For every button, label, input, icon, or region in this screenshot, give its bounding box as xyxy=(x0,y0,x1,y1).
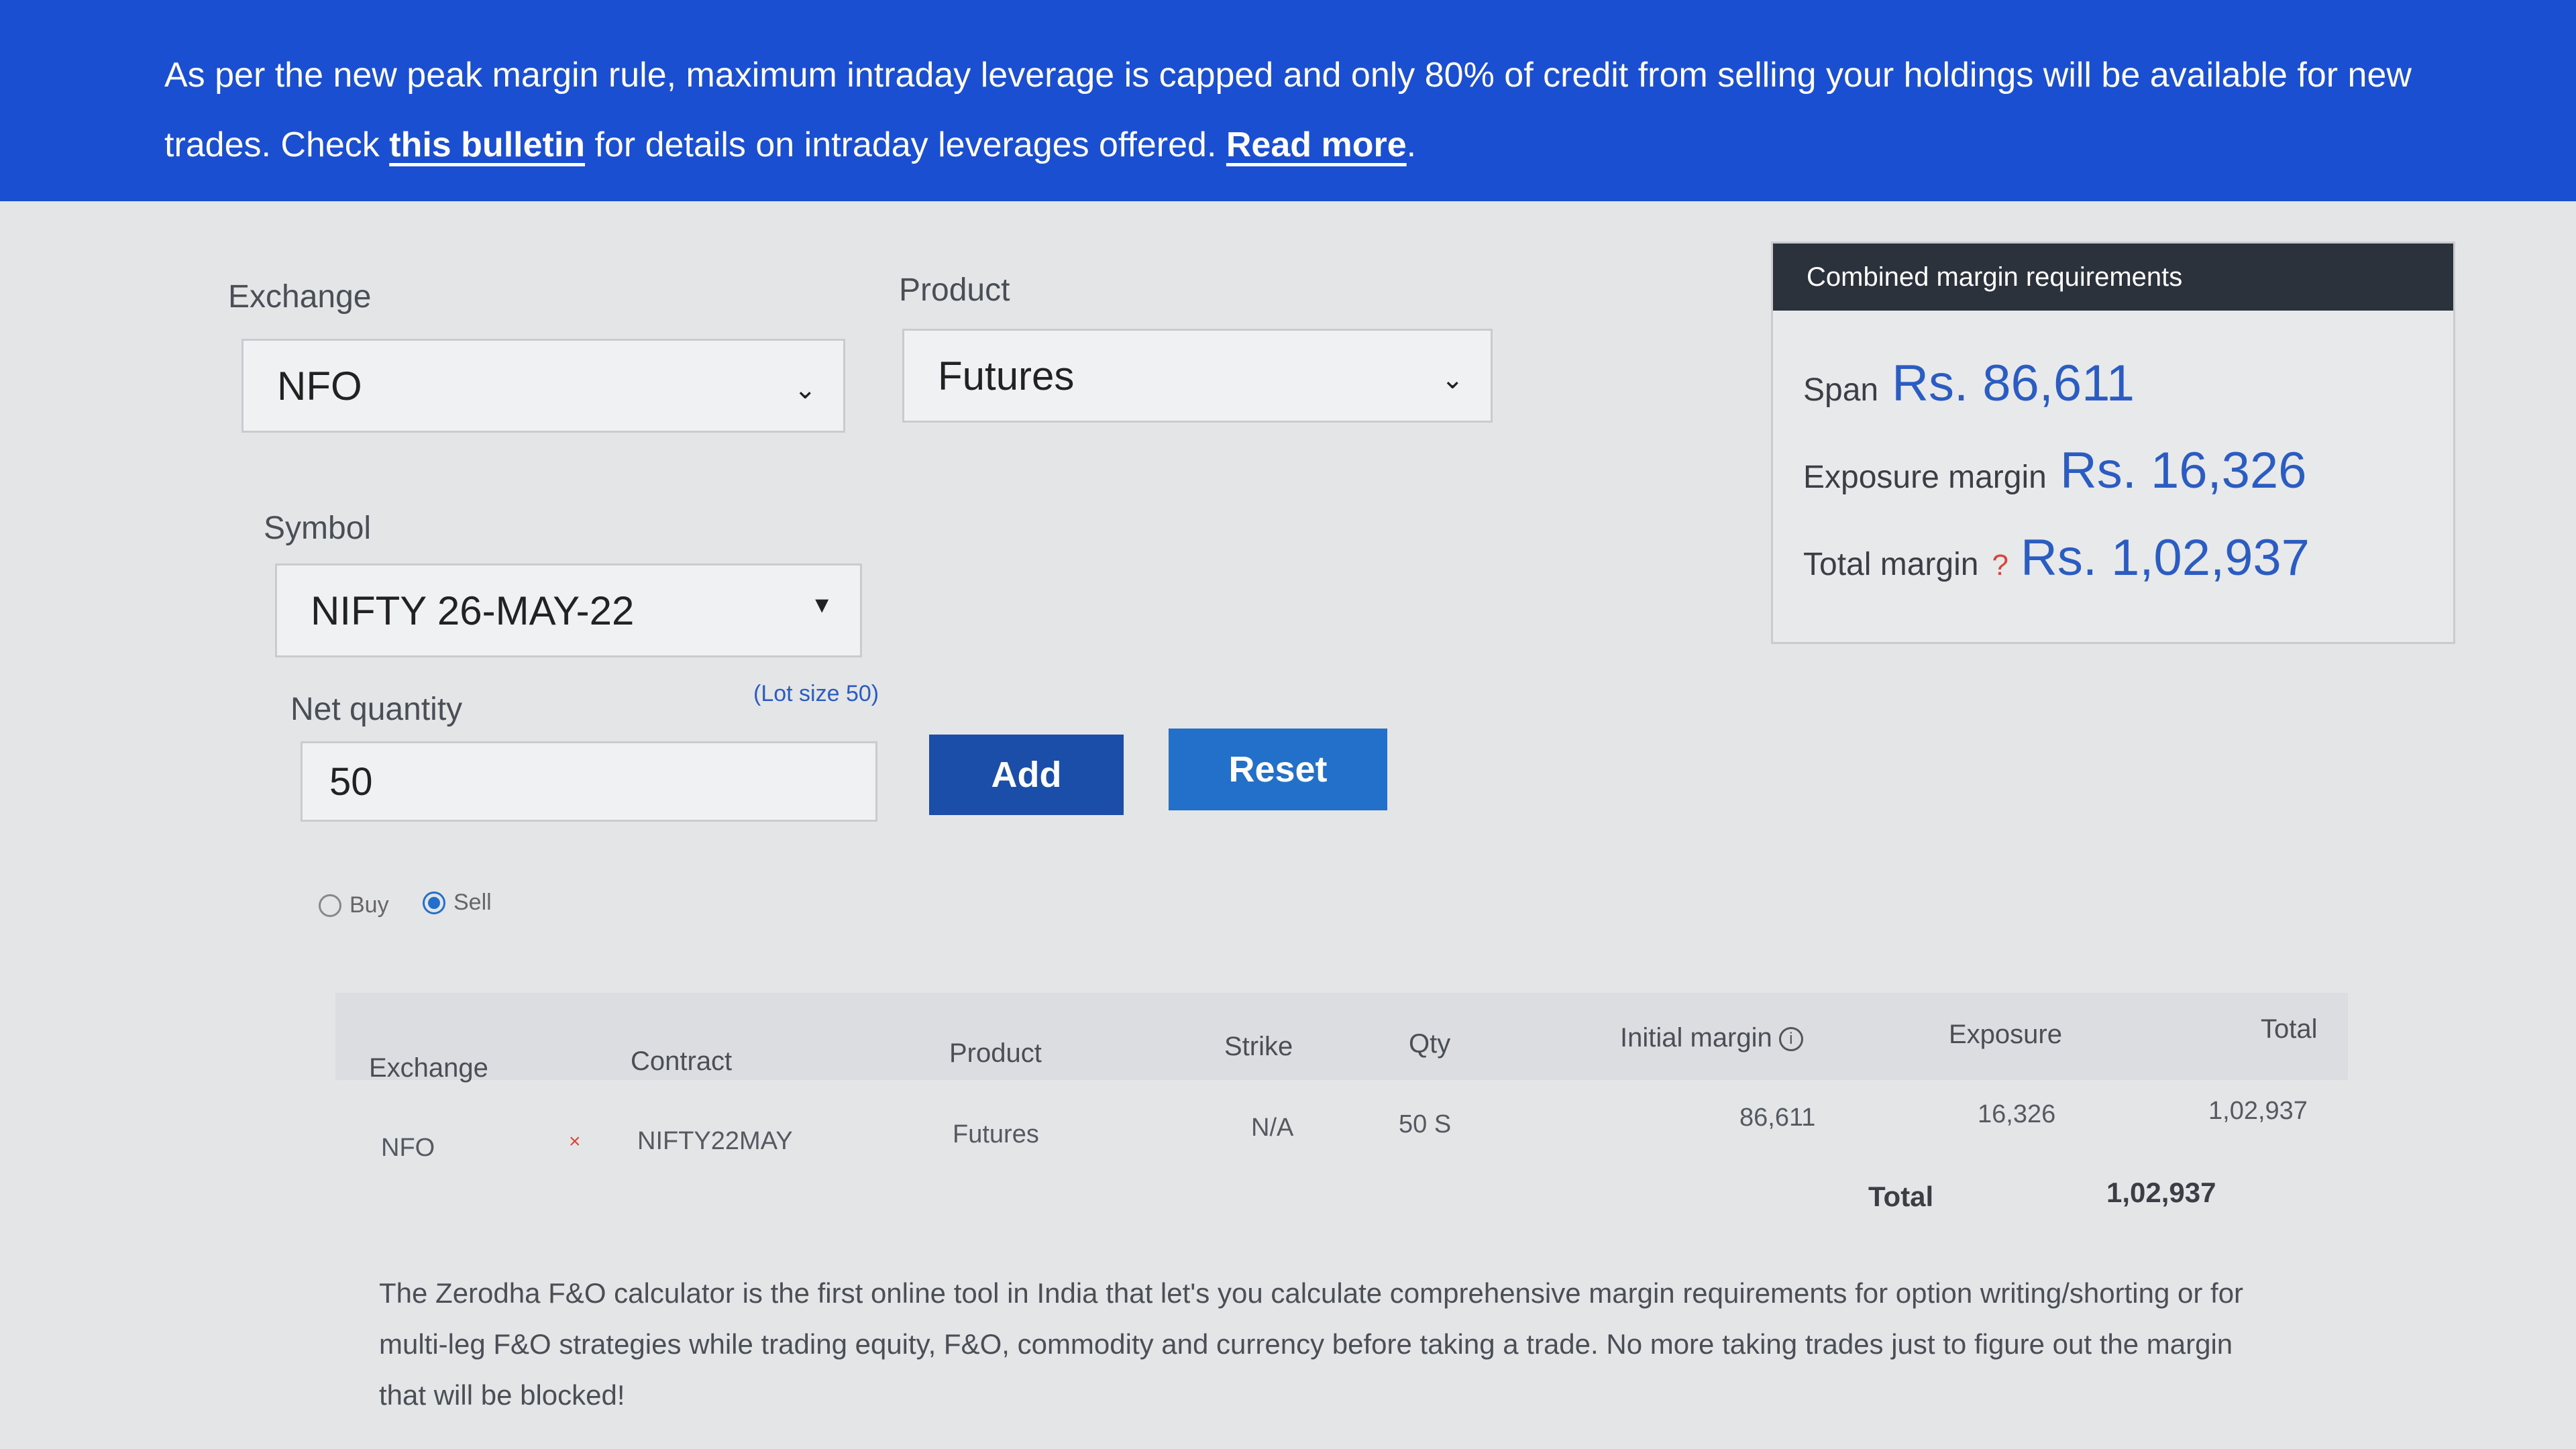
total-margin-value: Rs. 1,02,937 xyxy=(2020,529,2310,586)
net-quantity-value: 50 xyxy=(329,759,373,804)
banner-text-2: for details on intraday leverages offere… xyxy=(585,125,1226,164)
add-button[interactable]: Add xyxy=(929,735,1124,815)
cell-contract: NIFTY22MAY xyxy=(637,1127,793,1155)
th-strike: Strike xyxy=(1224,1032,1293,1061)
cell-total: 1,02,937 xyxy=(2208,1097,2308,1125)
remove-row-icon[interactable]: × xyxy=(569,1130,581,1153)
th-exposure: Exposure xyxy=(1949,1020,2062,1049)
cell-initial-margin: 86,611 xyxy=(1739,1104,1816,1132)
reset-button[interactable]: Reset xyxy=(1169,729,1387,810)
caret-down-icon: ▼ xyxy=(810,592,833,618)
help-icon[interactable]: ? xyxy=(1992,549,2008,582)
radio-sell-circle-icon xyxy=(423,891,445,914)
symbol-label: Symbol xyxy=(264,511,372,546)
cell-exposure: 16,326 xyxy=(1978,1100,2056,1128)
net-quantity-label: Net quantity xyxy=(290,692,463,727)
th-initial-margin-label: Initial margin xyxy=(1620,1023,1772,1053)
radio-buy-label: Buy xyxy=(350,892,389,918)
net-quantity-input[interactable]: 50 xyxy=(301,741,877,822)
exposure-label: Exposure margin xyxy=(1803,460,2047,495)
cell-product: Futures xyxy=(953,1120,1039,1148)
product-select[interactable]: Futures ⌄ xyxy=(902,329,1493,423)
bulletin-link[interactable]: this bulletin xyxy=(389,125,585,164)
span-value: Rs. 86,611 xyxy=(1892,355,2135,412)
th-initial-margin: Initial margin i xyxy=(1620,1023,1803,1053)
total-margin-label: Total margin xyxy=(1803,547,1979,582)
exchange-select[interactable]: NFO ⌄ xyxy=(241,339,845,433)
exposure-row: Exposure margin Rs. 16,326 xyxy=(1803,441,2306,500)
radio-buy-circle-icon xyxy=(319,894,341,917)
calculator-description: The Zerodha F&O calculator is the first … xyxy=(379,1277,2244,1411)
combined-margin-title: Combined margin requirements xyxy=(1773,244,2453,311)
span-row: Span Rs. 86,611 xyxy=(1803,354,2135,413)
cell-qty: 50 S xyxy=(1399,1110,1452,1138)
th-contract: Contract xyxy=(631,1046,733,1076)
cell-strike: N/A xyxy=(1251,1114,1294,1142)
info-icon[interactable]: i xyxy=(1778,1027,1803,1052)
exchange-value: NFO xyxy=(277,363,362,409)
symbol-value: NIFTY 26-MAY-22 xyxy=(311,588,635,633)
chevron-down-icon: ⌄ xyxy=(1441,365,1464,394)
th-total: Total xyxy=(2261,1014,2318,1044)
exchange-label: Exchange xyxy=(228,279,372,315)
th-qty: Qty xyxy=(1409,1029,1451,1059)
radio-sell[interactable]: Sell xyxy=(423,890,492,916)
read-more-link[interactable]: Read more xyxy=(1226,125,1407,164)
exposure-value: Rs. 16,326 xyxy=(2059,442,2307,499)
lot-size-note: (Lot size 50) xyxy=(753,681,879,706)
banner-text-3: . xyxy=(1406,125,1417,164)
product-label: Product xyxy=(899,272,1010,308)
product-value: Futures xyxy=(938,353,1075,398)
span-label: Span xyxy=(1803,372,1879,408)
positions-table: Exchange Contract Product Strike Qty Ini… xyxy=(335,993,2348,1212)
combined-margin-card: Combined margin requirements Span Rs. 86… xyxy=(1771,241,2455,644)
table-header: Exchange Contract Product Strike Qty Ini… xyxy=(335,993,2348,1083)
radio-sell-label: Sell xyxy=(453,890,492,915)
th-exchange: Exchange xyxy=(369,1053,488,1083)
grand-total-label: Total xyxy=(1868,1181,1934,1212)
radio-buy[interactable]: Buy xyxy=(319,892,389,918)
th-product: Product xyxy=(949,1038,1042,1068)
grand-total-value: 1,02,937 xyxy=(2106,1177,2216,1208)
peak-margin-banner: As per the new peak margin rule, maximum… xyxy=(0,0,2576,201)
cell-exchange: NFO xyxy=(381,1134,435,1162)
symbol-select[interactable]: NIFTY 26-MAY-22 ▼ xyxy=(275,564,862,657)
total-margin-row: Total margin ? Rs. 1,02,937 xyxy=(1803,529,2310,587)
chevron-down-icon: ⌄ xyxy=(794,375,816,405)
